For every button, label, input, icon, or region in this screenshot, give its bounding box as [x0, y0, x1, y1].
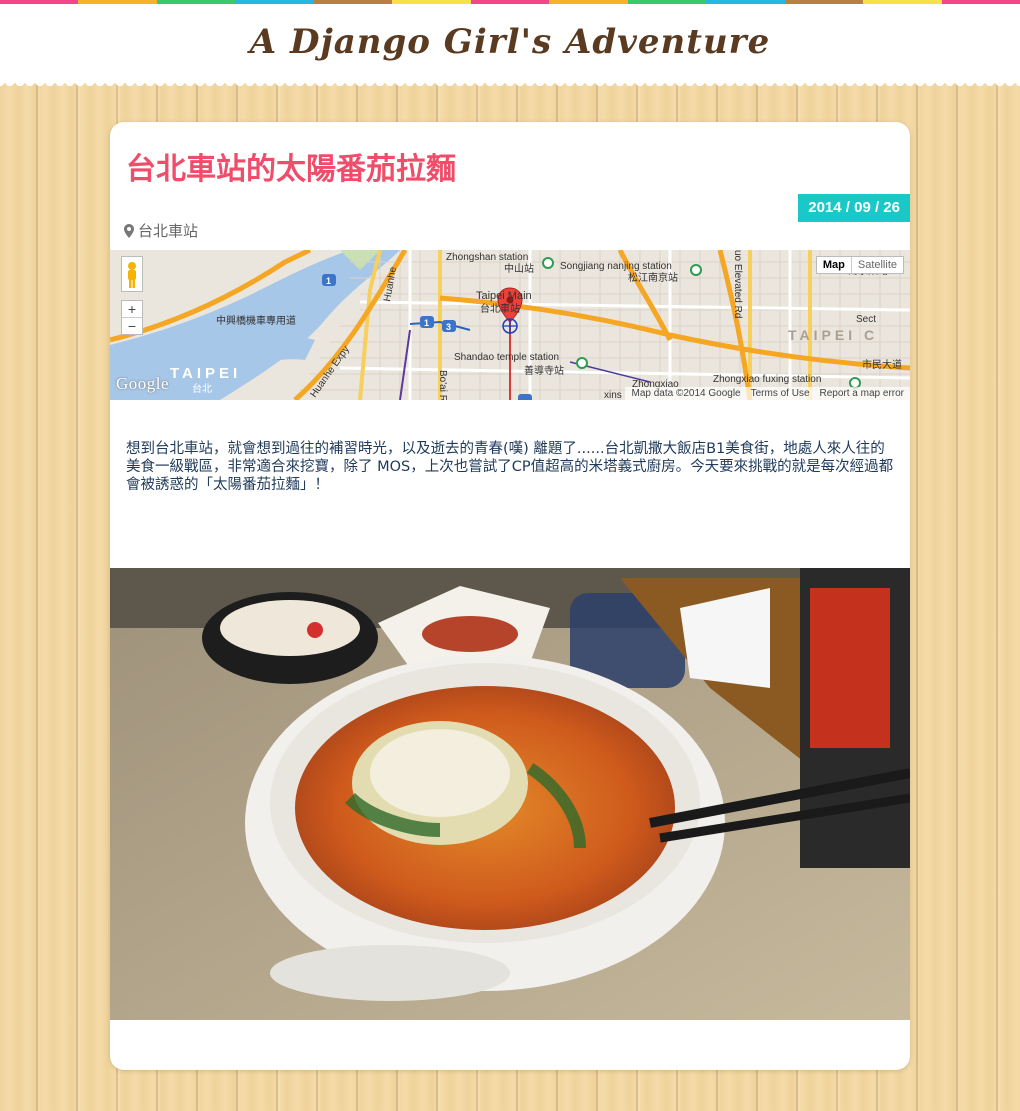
post-body-text: 想到台北車站，就會想到過往的補習時光，以及逝去的青春(嘆) 離題了......台… — [126, 441, 894, 493]
svg-text:uo Elevated Rd: uo Elevated Rd — [732, 250, 743, 318]
embedded-map[interactable]: 1 1 3 Zhongshan station 中山站 Songjiang na… — [110, 250, 910, 400]
svg-text:Zhongshan station: Zhongshan station — [446, 252, 528, 263]
google-logo[interactable]: Google — [116, 374, 169, 394]
svg-text:中山站: 中山站 — [504, 262, 534, 275]
svg-text:Shandao temple station: Shandao temple station — [454, 352, 559, 363]
map-attribution: Map data ©2014 Google Terms of Use Repor… — [625, 387, 910, 400]
svg-text:Songjiang nanjing station: Songjiang nanjing station — [560, 261, 672, 272]
map-data-credit: Map data ©2014 Google — [631, 388, 741, 399]
site-title[interactable]: A Django Girl's Adventure — [0, 22, 1020, 62]
svg-text:Zhongxiao fuxing station: Zhongxiao fuxing station — [713, 374, 821, 385]
svg-text:Taipei Main: Taipei Main — [476, 290, 532, 302]
map-zoom-control: + − — [121, 300, 143, 335]
zoom-out-button[interactable]: − — [122, 317, 142, 334]
svg-text:Sect: Sect — [856, 314, 876, 325]
ramen-photo-illustration — [110, 568, 910, 1020]
map-terms-link[interactable]: Terms of Use — [751, 388, 810, 399]
header-zigzag-edge — [0, 78, 1020, 86]
street-view-pegman-icon[interactable] — [121, 256, 143, 292]
svg-text:善導寺站: 善導寺站 — [524, 364, 564, 377]
svg-text:台北: 台北 — [192, 382, 212, 395]
zoom-in-button[interactable]: + — [122, 301, 142, 317]
svg-text:Bo'ai Rd: Bo'ai Rd — [437, 370, 448, 400]
location-label: 台北車站 — [138, 222, 199, 240]
map-type-map-button[interactable]: Map — [817, 257, 852, 273]
post-photo — [110, 568, 910, 1020]
svg-text:中興橋機車專用道: 中興橋機車專用道 — [216, 314, 296, 327]
svg-text:1: 1 — [326, 276, 331, 286]
svg-text:台北車站: 台北車站 — [480, 302, 520, 315]
svg-text:松江南京站: 松江南京站 — [628, 271, 678, 284]
svg-text:xins: xins — [604, 390, 622, 400]
post-card: 台北車站的太陽番茄拉麵 2014 / 09 / 26 台北車站 1 1 3 Zh… — [110, 122, 910, 1070]
map-report-error-link[interactable]: Report a map error — [820, 388, 904, 399]
map-type-satellite-button[interactable]: Satellite — [852, 257, 903, 273]
post-title[interactable]: 台北車站的太陽番茄拉麵 — [126, 144, 456, 188]
svg-text:市民大道: 市民大道 — [862, 358, 902, 371]
post-date-badge: 2014 / 09 / 26 — [798, 194, 910, 222]
svg-text:1: 1 — [424, 318, 429, 328]
svg-text:TAIPEI: TAIPEI — [170, 365, 241, 382]
map-marker-icon — [124, 223, 134, 238]
map-type-toggle: Map Satellite — [815, 256, 904, 274]
post-location: 台北車站 — [124, 220, 198, 241]
map-canvas[interactable]: 1 1 3 Zhongshan station 中山站 Songjiang na… — [110, 250, 910, 400]
svg-text:TAIPEI C: TAIPEI C — [788, 327, 878, 343]
site-header: A Django Girl's Adventure — [0, 4, 1020, 78]
svg-text:3: 3 — [446, 322, 451, 332]
